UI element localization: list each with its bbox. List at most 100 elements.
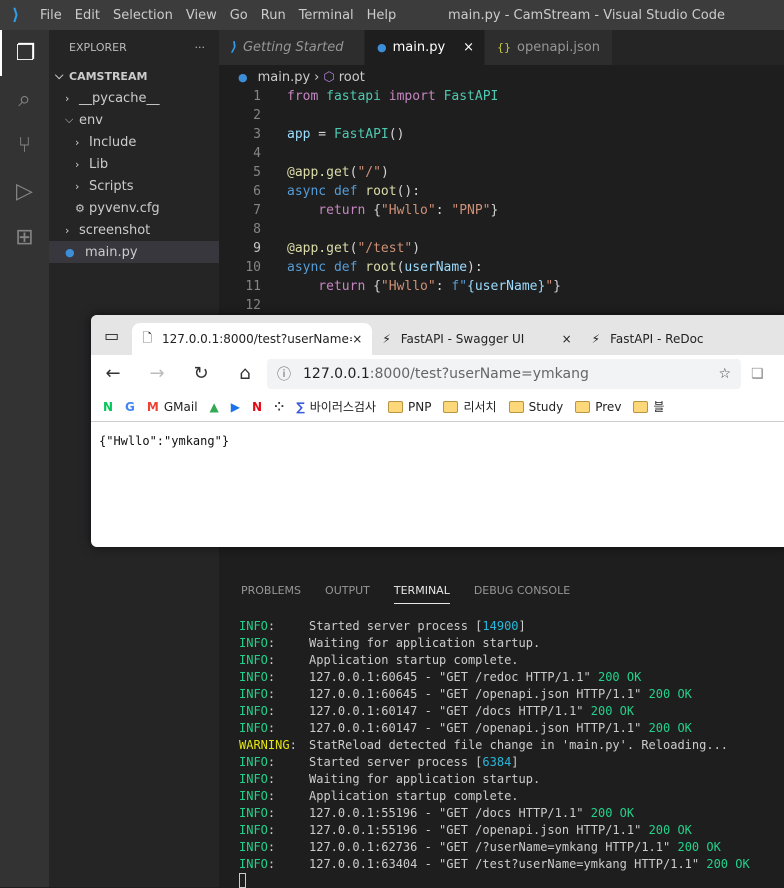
code-token: root [365, 184, 397, 199]
bookmark[interactable]: Prev [575, 400, 621, 414]
panel-tab-debug-console[interactable]: DEBUG CONSOLE [474, 584, 570, 604]
editor-tabs: ⟩ Getting Started ● main.py × {} openapi.json [219, 30, 784, 65]
terminal-line: INFO: 127.0.0.1:62736 - "GET /?userName=y… [239, 839, 750, 856]
menu-selection[interactable]: Selection [113, 8, 173, 23]
source-control-icon[interactable]: ⑂ [0, 122, 49, 168]
log-level: INFO: [239, 789, 276, 803]
bookmark[interactable]: PNP [388, 400, 431, 414]
log-text: 6384 [482, 755, 512, 769]
breadcrumb-file[interactable]: main.py [258, 70, 311, 85]
code-token: import [388, 89, 444, 104]
extensions-icon[interactable]: ⊞ [0, 214, 49, 260]
panel-tab-terminal[interactable]: TERMINAL [393, 584, 450, 604]
log-text: 200 OK [648, 721, 692, 735]
code-token: "/test" [357, 241, 413, 256]
menu-view[interactable]: View [186, 8, 217, 23]
bookmark[interactable]: G [125, 400, 135, 414]
reload-icon[interactable]: ↻ [179, 363, 223, 384]
menu-file[interactable]: File [40, 8, 62, 23]
terminal-line: INFO: 127.0.0.1:60147 - "GET /docs HTTP/1… [239, 703, 750, 720]
add-favorite-icon[interactable]: ☆ [718, 366, 731, 382]
bookmark[interactable]: M GMail [147, 400, 198, 414]
run-debug-icon[interactable]: ▷ [0, 168, 49, 214]
browser-tab[interactable]: 🗋 127.0.0.1:8000/test?userName=y × [132, 323, 373, 355]
menu-go[interactable]: Go [230, 8, 248, 23]
search-icon[interactable]: ⌕ [0, 76, 49, 122]
code-line: 1 from fastapi import FastAPI [219, 87, 784, 106]
tree-item[interactable]: › Scripts [49, 175, 219, 197]
terminal[interactable]: INFO: Started server process [14900] INFO:… [239, 618, 750, 888]
log-level-label: INFO [239, 823, 268, 837]
bookmark[interactable]: ▶ [231, 400, 240, 414]
bookmark[interactable]: 블 [633, 398, 664, 415]
menu-help[interactable]: Help [367, 8, 397, 23]
log-level-label: WARNING [239, 738, 290, 752]
tree-item[interactable]: › __pycache__ [49, 87, 219, 109]
line-number: 1 [253, 89, 261, 104]
tab-actions-icon[interactable]: ▭ [91, 326, 132, 345]
log-level-label: INFO [239, 789, 268, 803]
home-icon[interactable]: ⌂ [223, 363, 267, 384]
workspace-root[interactable]: ⌵ CAMSTREAM [49, 65, 219, 87]
close-tab-icon[interactable]: × [562, 332, 572, 346]
forward-icon[interactable]: → [135, 363, 179, 384]
chevron-right-icon: › [314, 69, 320, 85]
tree-item-label: screenshot [79, 222, 151, 238]
collections-icon[interactable]: ❏ [751, 366, 784, 382]
chevron-down-icon: ⌵ [65, 113, 74, 126]
tab-getting-started[interactable]: ⟩ Getting Started [219, 30, 365, 65]
browser-tab[interactable]: ⚡ FastAPI - Swagger UI × [372, 323, 581, 355]
bookmark[interactable]: Study [508, 400, 563, 414]
terminal-line: INFO: 127.0.0.1:55196 - "GET /openapi.jso… [239, 822, 750, 839]
code-token: root [365, 260, 397, 275]
log-text: Started server process [ [309, 755, 483, 769]
browser-tab[interactable]: ⚡ FastAPI - ReDoc [582, 323, 784, 355]
chevron-right-icon: › [75, 157, 80, 171]
tree-item[interactable]: › Lib [49, 153, 219, 175]
bookmark-label: 바이러스검사 [309, 400, 376, 414]
code-token: return [287, 279, 374, 294]
close-icon[interactable]: × [463, 40, 474, 55]
tab-openapi-json[interactable]: {} openapi.json [485, 30, 613, 65]
explorer-icon[interactable]: ❐ [0, 30, 49, 76]
menu-terminal[interactable]: Terminal [299, 8, 354, 23]
menu-run[interactable]: Run [261, 8, 286, 23]
tab-main-py[interactable]: ● main.py × [365, 30, 485, 65]
tree-item[interactable]: ⚙ pyvenv.cfg [49, 197, 219, 219]
bookmark[interactable]: N [103, 400, 113, 414]
log-level: INFO: [239, 670, 276, 684]
address-bar[interactable]: ⓘ 127.0.0.1:8000/test?userName=ymkang ☆ [267, 358, 741, 389]
bookmark[interactable]: ⁘ [274, 400, 284, 414]
bookmark[interactable]: 리서치 [443, 398, 497, 415]
terminal-line: INFO: 127.0.0.1:60147 - "GET /openapi.jso… [239, 720, 750, 737]
tree-item[interactable]: ⌵ env [49, 109, 219, 131]
code-line: 4 [219, 144, 784, 163]
browser-tab-strip: ▭ 🗋 127.0.0.1:8000/test?userName=y × ⚡ FastA… [91, 315, 784, 355]
bookmarks-bar: N G M GMail ▲ ▶ N ⁘ ∑ 바이러스검사 PNP 리서치 Study Prev 블 [91, 392, 784, 422]
bookmark[interactable]: ▲ [210, 400, 219, 414]
python-icon: ● [238, 70, 248, 84]
back-icon[interactable]: ← [91, 363, 135, 384]
code-editor[interactable]: 1 from fastapi import FastAPI 2 3 app = Fast… [219, 87, 784, 315]
tree-item[interactable]: ● main.py [49, 241, 219, 263]
browser-tab-title: 127.0.0.1:8000/test?userName=y [161, 332, 353, 346]
bookmark[interactable]: N [252, 400, 262, 414]
panel-tab-output[interactable]: OUTPUT [325, 584, 370, 604]
menu-edit[interactable]: Edit [75, 8, 100, 23]
more-actions-icon[interactable]: ··· [195, 41, 206, 54]
log-level: INFO: [239, 772, 276, 786]
log-text: 200 OK [706, 857, 750, 871]
python-icon: ● [377, 41, 387, 54]
panel-tab-problems[interactable]: PROBLEMS [241, 584, 301, 604]
tree-item[interactable]: › Include [49, 131, 219, 153]
menu-bar: File Edit Selection View Go Run Terminal Help [40, 8, 409, 23]
close-tab-icon[interactable]: × [352, 332, 362, 346]
log-level-label: INFO [239, 704, 268, 718]
breadcrumb-symbol[interactable]: root [339, 70, 365, 85]
sigma-icon: ∑ [296, 399, 305, 414]
bookmark[interactable]: ∑ 바이러스검사 [296, 398, 376, 415]
tree-item[interactable]: › screenshot [49, 219, 219, 241]
code-line: 10 async def root(userName): [219, 258, 784, 277]
code-token: ) [412, 241, 421, 256]
code-token: : [435, 279, 452, 294]
